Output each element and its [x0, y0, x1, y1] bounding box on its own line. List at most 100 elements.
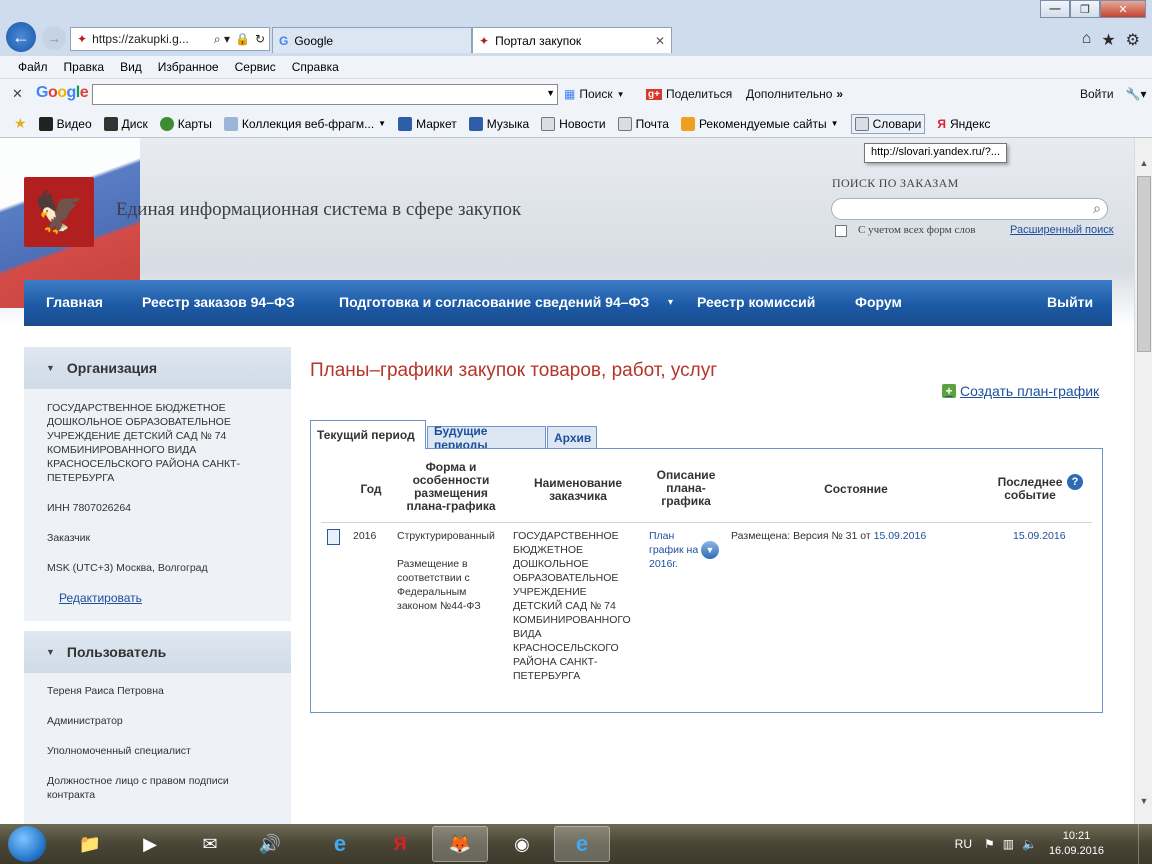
organization-panel: ▼ Организация ГОСУДАРСТВЕННОЕ БЮДЖЕТНОЕ … [24, 347, 291, 621]
fav-label: Яндекс [949, 116, 991, 131]
advanced-search-link[interactable]: Расширенный поиск [1010, 224, 1114, 236]
language-indicator[interactable]: RU [955, 824, 972, 864]
flag-icon[interactable]: ⚑ [984, 837, 995, 851]
tab-archive[interactable]: Архив [547, 426, 597, 448]
close-tab-icon[interactable]: ✕ [655, 34, 665, 48]
edit-organization-link[interactable]: Редактировать [59, 591, 142, 605]
minimize-button[interactable]: — [1040, 0, 1070, 18]
fav-news[interactable]: Новости [541, 116, 606, 131]
maps-icon [159, 116, 174, 131]
tab-future-periods[interactable]: Будущие периоды [427, 424, 546, 452]
home-icon[interactable]: ⌂ [1082, 30, 1092, 50]
menu-favorites[interactable]: Избранное [158, 60, 219, 74]
site-header: 🦅 Единая информационная система в сфере … [0, 138, 1134, 326]
signin-button[interactable]: Войти 🔧▾ [1080, 87, 1147, 101]
fav-label: Рекомендуемые сайты [698, 116, 827, 131]
fav-label: Коллекция веб-фрагм... [241, 116, 375, 131]
mail-icon[interactable]: ✉ [182, 826, 238, 862]
scroll-thumb[interactable] [1137, 176, 1151, 352]
volume-icon[interactable]: 🔈 [1022, 837, 1037, 851]
nav-commissions[interactable]: Реестр комиссий [697, 294, 815, 310]
system-clock[interactable]: 10:21 16.09.2016 [1049, 829, 1104, 859]
create-plan-link[interactable]: + Создать план-график [942, 383, 1099, 399]
google-toolbar: ✕ Google ▼ ▦ Поиск ▼ g+ Поделиться Допол… [0, 78, 1152, 110]
internet-explorer-icon[interactable]: e [312, 826, 368, 862]
fav-market[interactable]: Маркет [398, 116, 457, 131]
menu-help[interactable]: Справка [292, 60, 339, 74]
fav-maps[interactable]: Карты [159, 116, 212, 131]
coat-of-arms-logo[interactable]: 🦅 [24, 177, 94, 247]
row-last-event[interactable]: 15.09.2016 [1013, 529, 1066, 543]
share-button[interactable]: g+ Поделиться [646, 87, 732, 101]
fav-slovari[interactable]: Словари [850, 113, 926, 134]
address-bar[interactable]: ✦ https://zakupki.g... ⌕ ▾ 🔒 ↻ [70, 27, 270, 51]
fav-disk[interactable]: Диск [103, 116, 148, 131]
close-toolbar-icon[interactable]: ✕ [12, 86, 23, 102]
forward-button[interactable]: → [42, 26, 66, 50]
nav-forum[interactable]: Форум [855, 294, 902, 310]
nav-home[interactable]: Главная [46, 294, 103, 310]
column-header-last-event: Последнее событие [997, 475, 1063, 502]
firefox-icon[interactable]: 🦊 [432, 826, 488, 862]
google-search-button[interactable]: ▦ Поиск ▼ [564, 87, 625, 101]
yandex-icon: Я [937, 116, 946, 131]
internet-explorer-active-icon[interactable]: e [554, 826, 610, 862]
column-header-state: Состояние [824, 482, 888, 496]
row-state-date[interactable]: 15.09.2016 [874, 530, 927, 542]
column-header-description: Описание плана-графика [656, 468, 716, 508]
row-form-type: Структурированный [397, 530, 495, 542]
refresh-icon[interactable]: ↻ [255, 32, 269, 46]
maximize-button[interactable]: ❐ [1070, 0, 1100, 18]
chrome-icon[interactable]: ◉ [494, 826, 550, 862]
search-icon[interactable]: ⌕ [1093, 200, 1101, 217]
fav-yandex[interactable]: Я Яндекс [937, 117, 990, 131]
organization-panel-header[interactable]: ▼ Организация [24, 347, 291, 389]
nav-orders-registry[interactable]: Реестр заказов 94–ФЗ [142, 294, 295, 310]
document-icon[interactable] [327, 529, 340, 545]
network-icon[interactable]: ▥ [1003, 837, 1014, 851]
back-button[interactable]: ← [6, 22, 36, 52]
fav-music[interactable]: Музыка [468, 116, 529, 131]
fav-suggested[interactable]: Рекомендуемые сайты ▼ [680, 116, 839, 131]
help-icon[interactable]: ? [1067, 474, 1083, 490]
start-button[interactable] [8, 826, 46, 862]
vertical-scrollbar[interactable]: ▲ ▼ [1134, 138, 1152, 824]
scroll-down-arrow-icon[interactable]: ▼ [1135, 792, 1152, 810]
order-search-input[interactable]: ⌕ [831, 198, 1108, 220]
fav-mail[interactable]: Почта [617, 116, 669, 131]
menu-tools[interactable]: Сервис [235, 60, 276, 74]
media-player-icon[interactable]: ▶ [122, 826, 178, 862]
plan-description-link[interactable]: План график на 2016г. [649, 529, 701, 571]
fav-webslices[interactable]: Коллекция веб-фрагм... ▼ [223, 116, 386, 131]
show-desktop-button[interactable] [1138, 824, 1152, 864]
nav-logout[interactable]: Выйти [1047, 294, 1093, 310]
search-icon[interactable]: ⌕ ▾ [214, 32, 230, 47]
google-search-input[interactable]: ▼ [92, 84, 558, 105]
close-window-button[interactable]: ✕ [1100, 0, 1146, 18]
word-forms-checkbox[interactable] [835, 225, 847, 237]
chevron-down-icon[interactable]: ▼ [701, 541, 719, 559]
gear-icon[interactable]: ⚙ [1126, 30, 1140, 50]
fav-video[interactable]: Видео [38, 116, 92, 131]
favorites-star-icon[interactable]: ★ [1101, 30, 1115, 50]
nav-preparation[interactable]: Подготовка и согласование сведений 94–ФЗ [339, 294, 649, 310]
sound-icon[interactable]: 🔊 [242, 826, 298, 862]
tab-current-period[interactable]: Текущий период [310, 420, 426, 449]
explorer-icon[interactable]: 📁 [62, 826, 118, 862]
user-panel-header[interactable]: ▼ Пользователь [24, 631, 291, 673]
more-button[interactable]: Дополнительно » [746, 87, 843, 101]
chevron-down-icon[interactable]: ▼ [546, 88, 555, 98]
menu-file[interactable]: Файл [18, 60, 48, 74]
yandex-icon[interactable]: Я [372, 826, 428, 862]
scroll-up-arrow-icon[interactable]: ▲ [1135, 154, 1152, 172]
user-role: Уполномоченный специалист [47, 745, 191, 757]
menu-edit[interactable]: Правка [64, 60, 105, 74]
tab-google[interactable]: G Google [272, 27, 472, 53]
menu-view[interactable]: Вид [120, 60, 142, 74]
wrench-icon[interactable]: 🔧▾ [1126, 87, 1147, 101]
add-favorite-star-icon[interactable]: ★ [14, 115, 27, 132]
tab-zakupki[interactable]: ✦ Портал закупок ✕ [472, 27, 672, 53]
bing-icon [680, 116, 695, 131]
chevron-down-icon[interactable]: ▾ [668, 297, 673, 308]
tab-label: Портал закупок [495, 33, 582, 48]
